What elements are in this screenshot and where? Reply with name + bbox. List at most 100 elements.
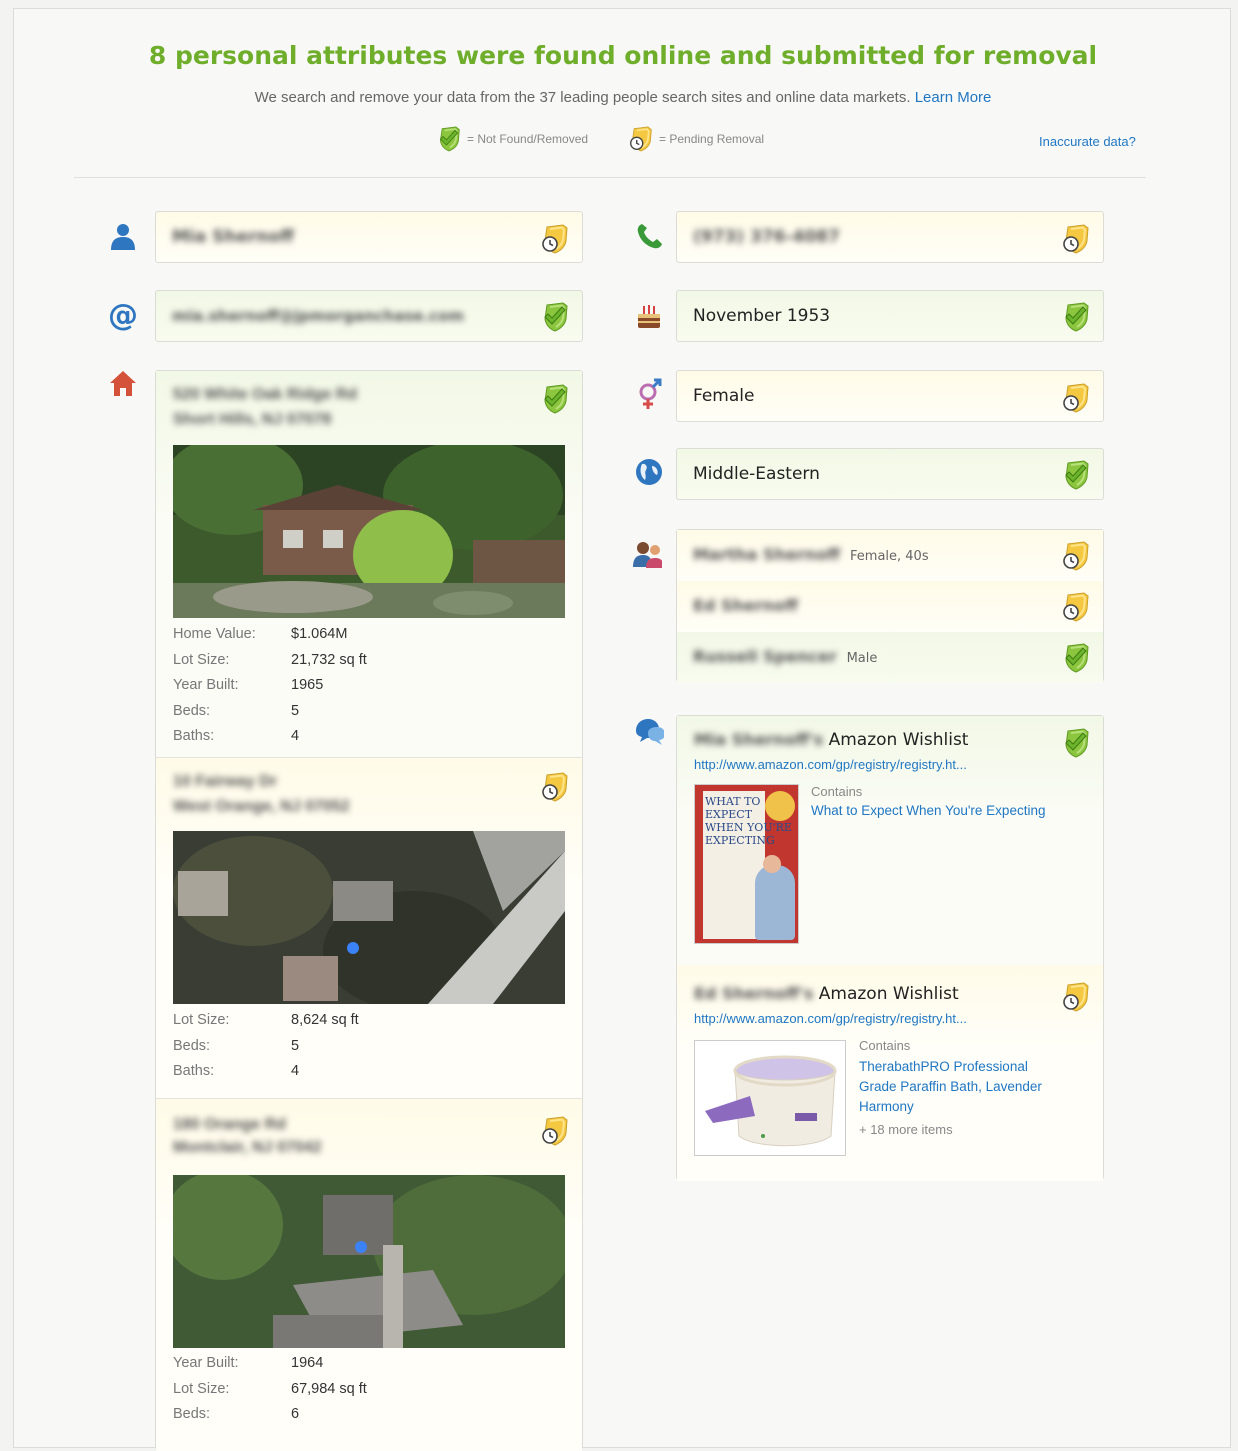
learn-more-link[interactable]: Learn More — [915, 89, 992, 106]
wishlist-item-link[interactable]: TherabathPRO Professional Grade Paraffin… — [859, 1057, 1069, 1117]
product-thumbnail[interactable] — [694, 1040, 846, 1156]
pending-shield-icon — [1062, 383, 1090, 413]
address-item[interactable]: 180 Orange Rd Montclair, NJ 07042 Year B… — [156, 1099, 582, 1451]
relatives-icon — [632, 539, 662, 569]
relative-name: Martha Shernoff — [693, 545, 841, 564]
relative-row[interactable]: Russell Spencer Male — [677, 632, 1103, 683]
wishlist-owner: Ed Shernoff's — [694, 984, 814, 1003]
address-stats: Lot Size: 8,624 sq ft Beds: 5 Baths: 4 — [173, 1012, 359, 1089]
removed-shield-icon — [541, 384, 569, 414]
address-stats: Year Built: 1964 Lot Size: 67,984 sq ft Be… — [173, 1355, 367, 1432]
legend-removed: = Not Found/Removed — [437, 126, 588, 152]
wishlist-item-link[interactable]: What to Expect When You're Expecting — [811, 801, 1081, 821]
birthday-cake-icon — [634, 300, 664, 330]
removed-shield-icon — [437, 126, 461, 152]
gender-field[interactable]: Female — [676, 370, 1104, 422]
pending-shield-icon — [1062, 224, 1090, 254]
birth-value: November 1953 — [693, 306, 831, 326]
stat-row: Home Value: $1.064M — [173, 626, 348, 642]
pending-shield-icon — [541, 772, 569, 802]
address-line2: Montclair, NJ 07042 — [173, 1139, 322, 1156]
relatives-card: Martha Shernoff Female, 40s Ed Shernoff R… — [676, 529, 1104, 683]
wishlist-title: Amazon Wishlist — [828, 730, 969, 750]
address-line1: 10 Fairway Dr — [173, 773, 278, 790]
aerial-photo — [173, 1175, 565, 1348]
gender-value: Female — [693, 386, 755, 406]
pending-shield-icon — [541, 224, 569, 254]
address-item[interactable]: 520 White Oak Ridge Rd Short Hills, NJ 0… — [156, 371, 582, 758]
pending-shield-icon — [629, 126, 653, 152]
removed-shield-icon — [1062, 302, 1090, 332]
page-subtitle: We search and remove your data from the … — [14, 89, 1232, 106]
relative-name: Ed Shernoff — [693, 596, 798, 615]
book-cover-thumbnail[interactable]: WHAT TO EXPECT WHEN YOU'RE EXPECTING — [694, 784, 799, 944]
name-field[interactable]: Mia Shernoff — [155, 211, 583, 263]
pending-shield-icon — [1062, 541, 1090, 571]
stat-row: Year Built: 1965 — [173, 677, 324, 693]
stat-row: Lot Size: 21,732 sq ft — [173, 651, 367, 668]
legend-removed-label: = Not Found/Removed — [467, 132, 589, 146]
wishlist-item[interactable]: Mia Shernoff's Amazon Wishlist http://ww… — [677, 716, 1103, 966]
phone-icon — [634, 221, 664, 251]
street-view-photo — [173, 445, 565, 618]
person-icon — [108, 221, 138, 251]
stat-row: Baths: 4 — [173, 728, 300, 744]
stat-row: Year Built: 1964 — [173, 1355, 324, 1371]
wishlist-url[interactable]: http://www.amazon.com/gp/registry/regist… — [694, 1011, 967, 1026]
legend-pending: = Pending Removal — [629, 126, 764, 152]
addresses-card: 520 White Oak Ridge Rd Short Hills, NJ 0… — [155, 370, 583, 1451]
relative-detail: Male — [846, 651, 878, 666]
email-at-icon: @ — [108, 297, 138, 333]
relative-row[interactable]: Ed Shernoff — [677, 581, 1103, 633]
stat-row: Beds: 6 — [173, 1406, 300, 1422]
relative-detail: Female, 40s — [850, 549, 929, 564]
address-line1: 180 Orange Rd — [173, 1116, 286, 1133]
page-title: 8 personal attributes were found online … — [148, 41, 1098, 70]
stat-row: Lot Size: 8,624 sq ft — [173, 1012, 359, 1028]
phone-field[interactable]: (973) 376-4087 — [676, 211, 1104, 263]
subtitle-text: We search and remove your data from the … — [254, 89, 911, 106]
more-items-link[interactable]: + 18 more items — [859, 1122, 1069, 1137]
pending-shield-icon — [541, 1116, 569, 1146]
stat-row: Baths: 4 — [173, 1063, 300, 1079]
wishlist-owner: Mia Shernoff's — [694, 730, 824, 749]
stat-row: Beds: 5 — [173, 1037, 300, 1054]
removed-shield-icon — [541, 302, 569, 332]
address-line1: 520 White Oak Ridge Rd — [173, 386, 358, 403]
pending-shield-icon — [1062, 592, 1090, 622]
address-line2: Short Hills, NJ 07078 — [173, 411, 332, 428]
wishlists-card: Mia Shernoff's Amazon Wishlist http://ww… — [676, 715, 1104, 1181]
wishlist-item[interactable]: Ed Shernoff's Amazon Wishlist http://www… — [677, 965, 1103, 1181]
wishlist-url[interactable]: http://www.amazon.com/gp/registry/regist… — [694, 757, 967, 772]
contains-label: Contains — [859, 1038, 911, 1053]
ethnicity-value: Middle-Eastern — [693, 464, 820, 484]
contains-label: Contains — [811, 784, 863, 799]
results-panel: 8 personal attributes were found online … — [13, 8, 1232, 1451]
phone-value: (973) 376-4087 — [693, 227, 840, 247]
removed-shield-icon — [1062, 643, 1090, 673]
globe-icon — [634, 457, 664, 487]
relative-row[interactable]: Martha Shernoff Female, 40s — [677, 530, 1103, 582]
email-field[interactable]: mia.shernoff@jpmorganchase.com — [155, 290, 583, 342]
legend-pending-label: = Pending Removal — [659, 132, 765, 146]
address-item[interactable]: 10 Fairway Dr West Orange, NJ 07052 Lot … — [156, 758, 582, 1099]
birth-field[interactable]: November 1953 — [676, 290, 1104, 342]
wishlist-title: Amazon Wishlist — [818, 984, 959, 1004]
divider — [74, 177, 1146, 178]
stat-row: Lot Size: 67,984 sq ft — [173, 1380, 367, 1397]
pending-shield-icon — [1062, 982, 1090, 1012]
aerial-photo — [173, 831, 565, 1004]
inaccurate-data-link[interactable]: Inaccurate data? — [1039, 134, 1136, 149]
gender-icon — [634, 378, 664, 409]
ethnicity-field[interactable]: Middle-Eastern — [676, 448, 1104, 500]
wishlist-chat-icon — [634, 717, 664, 747]
stat-row: Beds: 5 — [173, 702, 300, 719]
email-value: mia.shernoff@jpmorganchase.com — [172, 307, 464, 325]
relative-name: Russell Spencer — [693, 647, 837, 666]
address-stats: Home Value: $1.064M Lot Size: 21,732 sq ft… — [173, 626, 367, 754]
removed-shield-icon — [1062, 460, 1090, 490]
removed-shield-icon — [1062, 728, 1090, 758]
name-value: Mia Shernoff — [172, 227, 294, 247]
address-line2: West Orange, NJ 07052 — [173, 798, 350, 815]
home-icon — [108, 368, 138, 398]
